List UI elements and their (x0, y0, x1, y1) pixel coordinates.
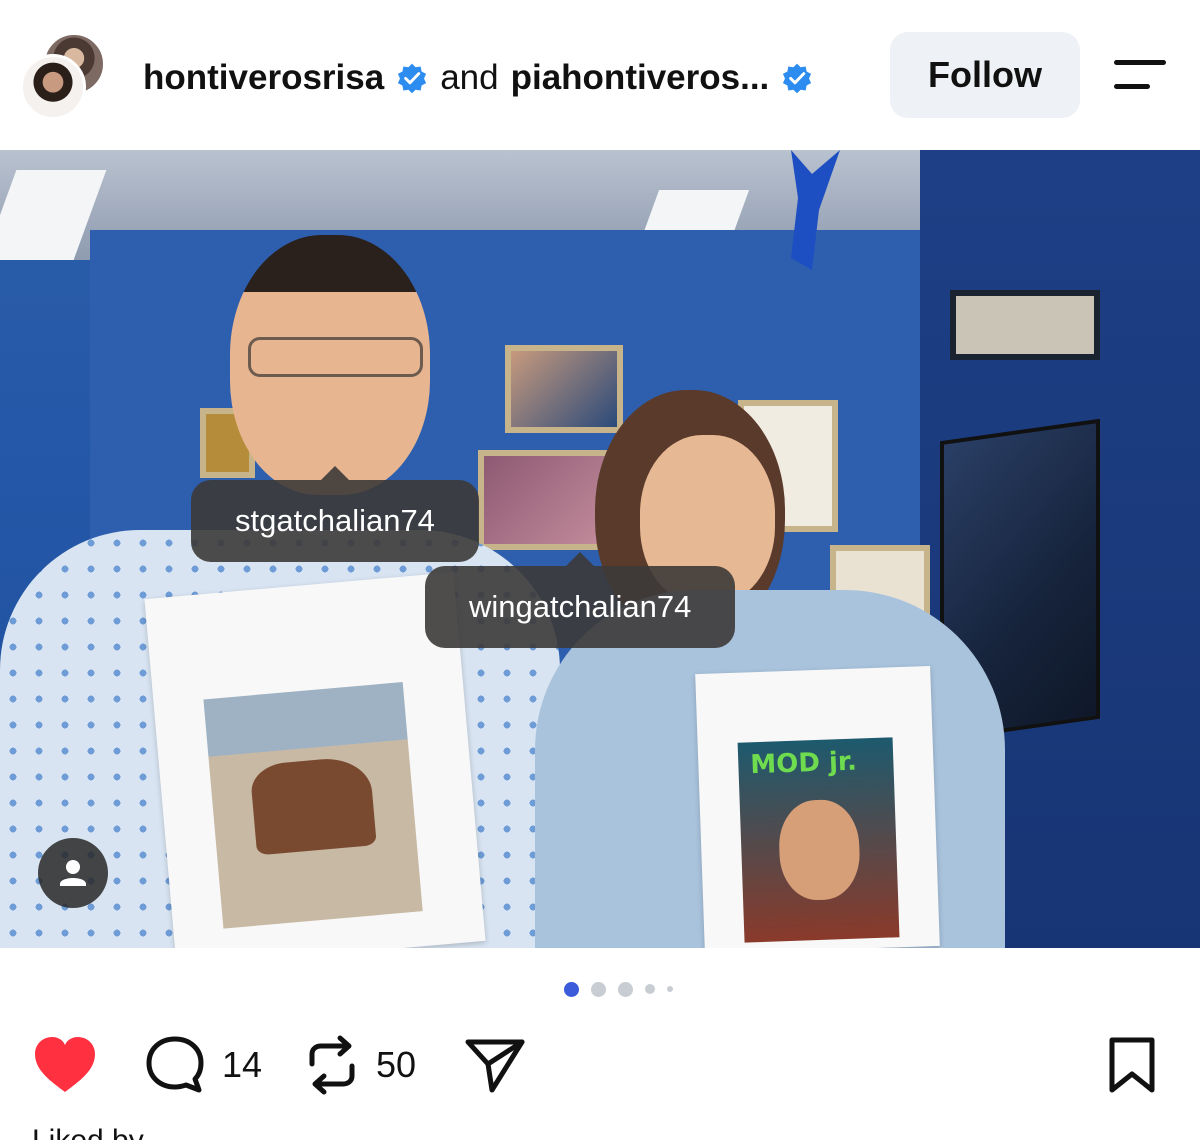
comment-count: 14 (222, 1044, 263, 1085)
bookmark-icon (1109, 1037, 1155, 1093)
carousel-dot[interactable] (667, 986, 673, 992)
carousel-dot[interactable] (645, 984, 655, 994)
save-button[interactable] (1104, 1030, 1160, 1100)
menu-icon[interactable] (1110, 58, 1170, 94)
user-tag[interactable]: stgatchalian74 (191, 466, 479, 562)
magazine-face (777, 798, 862, 902)
photo-man-glasses (248, 337, 423, 377)
avatar-primary[interactable] (20, 54, 86, 120)
carousel-dot[interactable] (618, 981, 633, 997)
carousel-indicator (564, 981, 673, 997)
print-horse (249, 755, 377, 856)
username-primary[interactable]: hontiverosrisa (143, 58, 384, 98)
connector-text: and (440, 58, 499, 97)
verified-badge-icon (783, 63, 812, 94)
comment-button[interactable]: 14 (144, 1030, 262, 1100)
user-icon (60, 860, 86, 886)
post-photo[interactable]: MOD jr. stgatchalian74 wingatchalian74 (0, 150, 1200, 948)
follow-button[interactable]: Follow (890, 32, 1080, 118)
tagged-users-button[interactable] (38, 838, 108, 908)
username-row: hontiverosrisa and piahontiveros... (143, 56, 813, 100)
carousel-dot[interactable] (564, 981, 579, 997)
magazine-cover: MOD jr. (737, 737, 900, 943)
action-bar: 14 50 (0, 1030, 1200, 1100)
comment-icon (146, 1036, 204, 1093)
repost-count: 50 (376, 1044, 417, 1085)
photo-window (950, 290, 1100, 360)
liked-by-text: Liked by (32, 1124, 144, 1140)
verified-badge-icon (398, 63, 427, 94)
repost-button[interactable]: 50 (304, 1030, 416, 1100)
like-button[interactable] (32, 1030, 98, 1100)
carousel-dot[interactable] (591, 981, 606, 997)
username-secondary[interactable]: piahontiveros... (511, 58, 770, 98)
user-tag[interactable]: wingatchalian74 (425, 552, 736, 648)
send-icon (465, 1039, 525, 1093)
share-button[interactable] (462, 1030, 528, 1100)
photo-held-print-magazine: MOD jr. (695, 665, 940, 948)
post-header: hontiverosrisa and piahontiveros... Foll… (0, 0, 1200, 150)
print-image (203, 682, 423, 929)
photo-frame (505, 345, 623, 433)
repost-icon (309, 1035, 355, 1095)
magazine-title: MOD jr. (749, 746, 858, 781)
heart-icon (35, 1037, 95, 1092)
